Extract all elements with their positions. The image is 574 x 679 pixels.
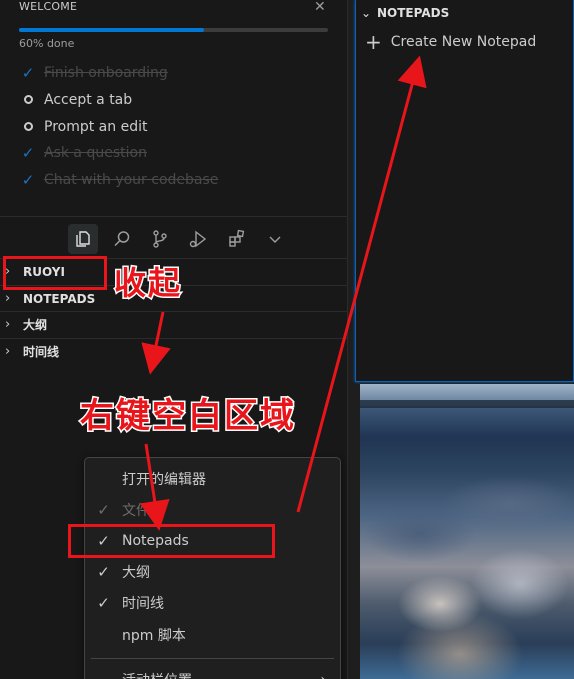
notepads-header-label: NOTEPADS xyxy=(377,6,450,20)
menu-item-label: 文件夹 xyxy=(122,502,164,519)
checkmark-icon: ✓ xyxy=(21,144,35,162)
chevron-down-icon[interactable] xyxy=(260,224,290,254)
task-accept-tab[interactable]: Accept a tab xyxy=(20,89,132,111)
annotation-box-notepads xyxy=(68,524,275,558)
task-prompt-edit[interactable]: Prompt an edit xyxy=(20,116,147,138)
notepads-pane: ⌄ NOTEPADS + Create New Notepad xyxy=(355,0,574,382)
wallpaper-shoreline xyxy=(360,400,574,408)
checkmark-icon: ✓ xyxy=(97,562,110,581)
desktop-wallpaper xyxy=(360,384,574,679)
task-label: Accept a tab xyxy=(44,92,133,108)
activity-bar xyxy=(0,222,348,254)
menu-item-timeline[interactable]: ✓ 时间线 xyxy=(85,587,340,618)
extensions-icon[interactable] xyxy=(222,224,252,254)
task-label: Finish onboarding xyxy=(44,65,168,81)
close-icon[interactable]: ✕ xyxy=(314,0,326,15)
annotation-right-click-text: 右键空白区域 xyxy=(79,395,296,438)
search-icon[interactable] xyxy=(107,224,137,254)
context-menu: 打开的编辑器 ✓ 文件夹 ✓ Notepads ✓ 大纲 ✓ 时间线 npm 脚… xyxy=(84,457,341,679)
annotation-collapse-text: 收起 xyxy=(112,263,183,304)
task-label: Chat with your codebase xyxy=(44,172,219,188)
task-label: Prompt an edit xyxy=(44,119,148,135)
section-label: 大纲 xyxy=(23,318,48,332)
create-notepad-button[interactable]: + Create New Notepad xyxy=(365,30,536,54)
menu-item-label: npm 脚本 xyxy=(122,627,186,644)
welcome-panel: WELCOME ✕ 60% done ✓ Finish onboarding A… xyxy=(0,0,348,217)
checkmark-icon: ✓ xyxy=(21,171,35,189)
menu-item-outline[interactable]: ✓ 大纲 xyxy=(85,556,340,587)
chevron-right-icon: › xyxy=(320,672,326,679)
create-notepad-label: Create New Notepad xyxy=(390,34,537,50)
task-ask-question[interactable]: ✓ Ask a question xyxy=(20,142,147,164)
section-label: NOTEPADS xyxy=(23,291,96,306)
progress-text: 60% done xyxy=(19,37,75,50)
notepads-header[interactable]: ⌄ NOTEPADS xyxy=(361,6,449,20)
menu-item-activity-bar-position[interactable]: 活动栏位置 › xyxy=(85,664,340,679)
checkmark-icon: ✓ xyxy=(21,64,35,82)
explorer-icon[interactable] xyxy=(68,224,98,254)
annotation-box-ruoyi xyxy=(3,256,107,290)
menu-item-open-editors[interactable]: 打开的编辑器 xyxy=(85,463,340,494)
menu-item-label: 打开的编辑器 xyxy=(122,471,206,488)
menu-separator xyxy=(91,658,334,659)
section-outline[interactable]: › 大纲 xyxy=(0,311,348,337)
checkmark-icon: ✓ xyxy=(97,593,110,612)
welcome-title: WELCOME xyxy=(19,0,78,13)
section-timeline[interactable]: › 时间线 xyxy=(0,338,348,364)
chevron-down-icon: ⌄ xyxy=(361,6,372,20)
circle-icon xyxy=(20,119,36,135)
chevron-right-icon: › xyxy=(5,344,11,359)
progress-fill xyxy=(19,28,205,32)
task-label: Ask a question xyxy=(44,145,147,161)
menu-item-npm-scripts[interactable]: npm 脚本 xyxy=(85,619,340,650)
menu-item-label: 大纲 xyxy=(122,564,150,581)
chevron-right-icon: › xyxy=(5,317,11,332)
run-debug-icon[interactable] xyxy=(183,224,213,254)
chevron-right-icon: › xyxy=(5,291,11,306)
circle-icon xyxy=(20,92,36,108)
menu-item-label: 时间线 xyxy=(122,595,164,612)
checkmark-icon: ✓ xyxy=(97,500,110,519)
menu-item-folders[interactable]: ✓ 文件夹 xyxy=(85,494,340,525)
task-finish-onboarding[interactable]: ✓ Finish onboarding xyxy=(20,62,168,84)
source-control-icon[interactable] xyxy=(145,224,175,254)
menu-item-label: 活动栏位置 xyxy=(122,670,192,679)
plus-icon: + xyxy=(365,30,382,54)
task-chat-codebase[interactable]: ✓ Chat with your codebase xyxy=(20,169,219,191)
section-label: 时间线 xyxy=(23,345,60,359)
onboarding-progress-bar xyxy=(19,28,328,32)
